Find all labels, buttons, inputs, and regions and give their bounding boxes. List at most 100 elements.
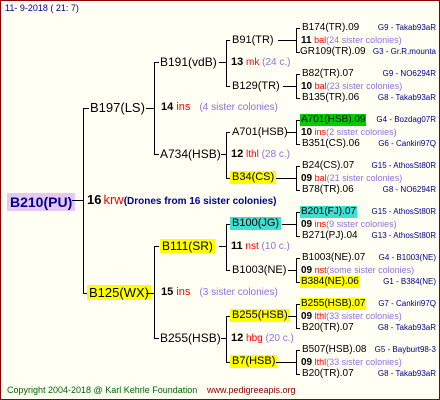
connector [146,293,154,294]
connector [296,74,300,75]
g3-info: 10 ins(2 sister colonies) [301,128,397,138]
g4-label: B135(TR).06 [302,92,360,103]
connector [154,62,159,63]
connector [296,28,297,52]
g4-info: G15 - AthosSt80R [371,161,436,170]
g3-info: 09 lthl(33 sister colonies) [301,312,402,322]
sd-info: 12 lthl (28 c.) [231,149,290,160]
g4-info: G8 - Takab93aR [377,369,436,378]
g3-num: 09 [301,357,313,368]
g4-info: G4 - B1003(NE) [378,253,436,262]
connector [154,338,159,339]
sd-note: (28 c.) [261,149,290,160]
g3-info: 09 ins(9 sister colonies) [301,220,397,230]
ds-label: B111(SR) [160,239,215,253]
g3-note: (2 sister colonies) [326,127,397,137]
g3-label: B91(TR) [232,34,274,46]
g4-info: G8 - NO6294R [382,185,436,194]
g3-label: B34(CS) [230,171,277,184]
ss-info: 13 mk (24 c.) [231,57,291,68]
connector [283,86,296,87]
g4-label: B201(FJ).07 [300,206,358,218]
sire-info: 14 ins (4 sister colonies) [161,102,278,113]
connector [154,154,159,155]
dam-num: 15 [161,286,174,298]
dam-note: (3 sister colonies) [199,287,278,298]
connector [288,316,296,317]
g3-code: ins [314,127,327,137]
g4-info: G5 - Bayburt98-3 [374,345,436,354]
g4-label: B78(TR).06 [302,184,354,195]
g4-label: B507(HSB).08 [302,344,367,355]
g4-label: B351(CS).06 [302,138,360,149]
dam-info: 15 ins (3 sister colonies) [161,287,278,298]
ds-num: 11 [231,240,243,252]
connector [226,132,227,178]
connector [296,258,297,282]
g4-label: B384(NE).06 [300,276,360,288]
g3-num: 11 [301,35,312,46]
sire-num: 14 [161,101,174,113]
connector [287,132,296,133]
dd-info: 12 hbg (20 c.) [231,333,294,344]
sire-code: ins [176,101,191,113]
g4-label: B255(HSB).07 [300,298,367,310]
g3-code: bal [314,81,327,91]
connector [154,246,159,247]
footer-site-link[interactable]: www.pedigreeapis.org [207,386,296,395]
ss-note: (24 c.) [262,57,291,68]
dam-code: ins [176,286,191,298]
root-num: 16 [87,192,102,207]
g3-code: nst [314,265,327,275]
g4-label: B82(TR).07 [302,68,354,79]
g3-code: lthl [314,357,327,367]
connector [83,108,84,293]
dd-num: 12 [231,332,244,344]
connector [226,270,230,271]
g3-info: 09 lthl(33 sister colonies) [301,358,402,368]
connector [226,86,230,87]
connector [296,74,297,98]
dam-label: B125(WX) [87,285,151,300]
connector [83,108,89,109]
dd-note: (20 c.) [265,333,294,344]
g4-label: GR109(TR).09 [300,46,366,57]
connector [278,40,296,41]
g3-label: B7(HSB) [230,355,278,368]
g4-info: G13 - AthosSt80R [371,231,436,240]
root-info: 16 krw(Drones from 16 sister colonies) [87,193,277,207]
g3-num: 09 [301,173,313,184]
dd-label: B255(HSB) [160,331,221,345]
g3-num: 09 [301,311,313,322]
sd-num: 12 [231,148,244,160]
connector [296,166,300,167]
ds-code: nst [245,241,259,252]
dd-code: hbg [246,333,263,344]
connector [296,258,300,259]
g3-code: lthl [314,311,327,321]
date-stamp: 11- 9-2018 ( 21: 7) [5,3,79,13]
g4-info: G3 - Gr.R.mounta [372,47,436,56]
connector [296,28,300,29]
g3-code: ins [314,219,327,229]
g4-label: B1003(NE).07 [302,252,366,263]
pedigree-frame: 11- 9-2018 ( 21: 7) B210(PU) 16 krw(Drone… [0,0,440,400]
g3-info: 10 bal(23 sister colonies) [301,82,402,92]
connector [296,236,300,237]
ds-info: 11 nst (10 c.) [231,241,290,252]
g3-info: 11 bal(24 sister colonies) [301,36,402,46]
g3-label: B1003(NE) [232,264,287,276]
g4-info: G1 - B384(NE) [383,277,436,286]
connector [276,178,296,179]
connector [226,224,227,270]
g3-note: (21 sister colonies) [326,173,403,183]
connector [296,120,297,144]
g4-info: G4 - Bozdag07R [376,115,436,124]
g4-info: G9 - Takab93aR [377,23,436,32]
g4-label: B174(TR).09 [302,22,360,33]
g3-note: (23 sister colonies) [326,81,403,91]
g4-info: G15 - AthosSt80R [371,207,436,216]
connector [154,246,155,338]
g3-note: (33 sister colonies) [326,311,402,321]
sd-label: A734(HSB) [160,147,221,161]
